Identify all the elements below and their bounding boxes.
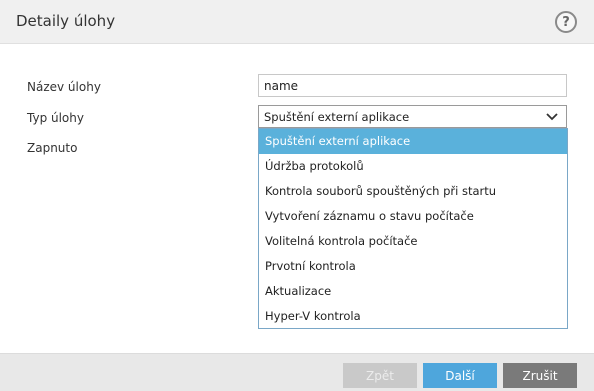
task-type-dropdown-list: Spuštění externí aplikace Údržba protoko… [258, 128, 568, 329]
enabled-label: Zapnuto [27, 141, 78, 155]
help-button[interactable]: ? [555, 11, 577, 33]
task-type-label: Typ úlohy [27, 111, 84, 125]
task-name-label: Název úlohy [27, 80, 101, 94]
dropdown-option[interactable]: Kontrola souborů spouštěných při startu [259, 179, 567, 204]
task-name-input[interactable] [258, 74, 567, 97]
dropdown-option[interactable]: Volitelná kontrola počítače [259, 229, 567, 254]
back-button[interactable]: Zpět [343, 363, 417, 388]
dropdown-option[interactable]: Údržba protokolů [259, 154, 567, 179]
dropdown-option[interactable]: Vytvoření záznamu o stavu počítače [259, 204, 567, 229]
dropdown-option[interactable]: Aktualizace [259, 279, 567, 304]
dropdown-option[interactable]: Spuštění externí aplikace [259, 129, 567, 154]
task-type-select[interactable]: Spuštění externí aplikace [258, 105, 567, 128]
dropdown-option[interactable]: Prvotní kontrola [259, 254, 567, 279]
next-button[interactable]: Další [423, 363, 497, 388]
dialog-footer: Zpět Další Zrušit [0, 353, 594, 391]
dialog-header: Detaily úlohy ? [0, 0, 594, 44]
chevron-down-icon [546, 113, 558, 121]
help-icon: ? [562, 14, 570, 30]
cancel-button[interactable]: Zrušit [503, 363, 577, 388]
dialog-title: Detaily úlohy [16, 12, 116, 30]
dropdown-option[interactable]: Hyper-V kontrola [259, 304, 567, 329]
task-type-selected-value: Spuštění externí aplikace [264, 110, 410, 124]
